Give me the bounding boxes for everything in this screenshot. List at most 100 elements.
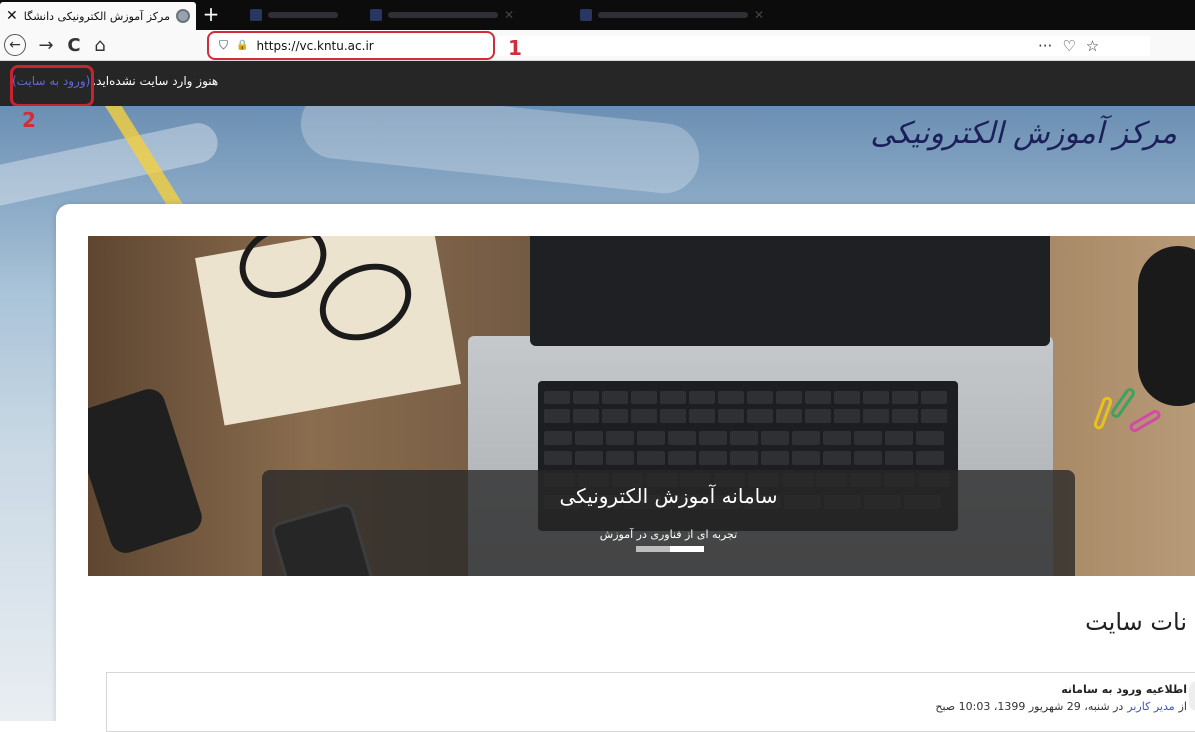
keyboard-key — [916, 451, 944, 465]
keyboard-key — [885, 431, 913, 445]
keyboard-key — [668, 431, 696, 445]
keyboard-key — [834, 391, 860, 404]
home-button[interactable]: ⌂ — [88, 34, 112, 58]
keyboard-key — [602, 409, 628, 423]
news-meta-prefix: از — [1178, 700, 1187, 713]
more-actions-icon[interactable]: ··· — [1038, 37, 1052, 55]
background-tab[interactable] — [250, 6, 338, 24]
close-tab-icon[interactable]: ✕ — [504, 8, 514, 22]
keyboard-key — [544, 431, 572, 445]
keyboard-key — [747, 409, 773, 423]
keyboard-key — [660, 409, 686, 423]
news-author-link[interactable]: مدیر کاربر — [1127, 700, 1174, 713]
background-decoration — [0, 119, 222, 213]
close-tab-icon[interactable]: ✕ — [6, 8, 18, 24]
keyboard-key — [637, 451, 665, 465]
keyboard-key — [792, 451, 820, 465]
tracking-shield-icon[interactable]: ⛉ — [219, 38, 228, 53]
keyboard-key — [834, 409, 860, 423]
slider-caption: سامانه آموزش الکترونیکی تجربه ای از فناو… — [262, 470, 1075, 576]
keyboard-key — [823, 431, 851, 445]
lock-icon[interactable]: 🔒 — [236, 40, 248, 51]
browser-tabstrip: مرکز آموزش الکترونیکی دانشگاه خو ✕ + ✕ ✕ — [0, 0, 1195, 30]
keyboard-key — [854, 431, 882, 445]
keyboard-key — [854, 451, 882, 465]
keyboard-key — [718, 391, 744, 404]
tab-favicon-icon — [250, 9, 262, 21]
reload-button[interactable]: C — [62, 34, 86, 58]
keyboard-key — [776, 409, 802, 423]
pocket-icon[interactable]: ♡ — [1062, 37, 1075, 55]
keyboard-key — [575, 451, 603, 465]
forward-icon: → — [38, 35, 54, 56]
keyboard-key — [761, 431, 789, 445]
keyboard-key — [718, 409, 744, 423]
keyboard-key — [885, 451, 913, 465]
keyboard-key — [747, 391, 773, 404]
keyboard-key — [689, 409, 715, 423]
back-icon: ← — [4, 34, 26, 56]
keyboard-key — [544, 409, 570, 423]
news-item: اطلاعیه ورود به سامانه از مدیر کاربر در … — [106, 672, 1195, 732]
keyboard-key — [544, 391, 570, 404]
keyboard-key — [921, 409, 947, 423]
reload-icon: C — [67, 35, 81, 56]
keyboard-key — [805, 409, 831, 423]
login-status-text: هنوز وارد سایت نشده‌اید. — [92, 74, 219, 88]
keyboard-key — [776, 391, 802, 404]
forward-button[interactable]: → — [34, 34, 58, 58]
tab-title-placeholder — [388, 12, 498, 18]
news-meta-date: در شنبه، 29 شهریور 1399، 10:03 صبح — [935, 700, 1124, 713]
hero-title: سامانه آموزش الکترونیکی — [559, 484, 778, 508]
keyboard-key — [823, 451, 851, 465]
keyboard-key — [730, 451, 758, 465]
close-tab-icon[interactable]: ✕ — [754, 8, 764, 22]
site-logo[interactable]: مرکز آموزش الکترونیکی — [870, 116, 1177, 151]
keyboard-key — [631, 409, 657, 423]
tab-title-placeholder — [268, 12, 338, 18]
site-favicon-icon — [176, 9, 190, 23]
slider-dot[interactable] — [636, 546, 670, 552]
new-tab-button[interactable]: + — [200, 4, 222, 26]
keyboard-key — [761, 451, 789, 465]
keyboard-key — [575, 431, 603, 445]
hero-subtitle: تجربه ای از فناوری در آموزش — [599, 528, 738, 541]
news-title[interactable]: اطلاعیه ورود به سامانه — [1061, 683, 1187, 696]
keyboard-key — [668, 451, 696, 465]
background-tab[interactable]: ✕ — [580, 6, 764, 24]
keyboard-key — [805, 391, 831, 404]
site-top-bar: هنوز وارد سایت نشده‌اید. (ورود به سایت) — [0, 61, 1195, 106]
slider-dot-active[interactable] — [670, 546, 704, 552]
background-tab[interactable]: ✕ — [370, 6, 514, 24]
keyboard-key — [573, 409, 599, 423]
pen-cup — [1138, 246, 1195, 406]
keyboard-key — [637, 431, 665, 445]
tab-active[interactable]: مرکز آموزش الکترونیکی دانشگاه خو ✕ — [0, 2, 196, 30]
browser-navbar: ← → C ⌂ ⛉ 🔒 https://vc.kntu.ac.ir 1 ··· … — [0, 30, 1195, 61]
url-text[interactable]: https://vc.kntu.ac.ir — [256, 39, 373, 53]
tab-title: مرکز آموزش الکترونیکی دانشگاه خو — [23, 9, 170, 23]
keyboard-key — [916, 431, 944, 445]
keyboard-key — [863, 391, 889, 404]
keyboard-key — [863, 409, 889, 423]
tab-favicon-icon — [580, 9, 592, 21]
address-bar[interactable]: ⛉ 🔒 https://vc.kntu.ac.ir — [207, 31, 495, 60]
slider-indicators — [636, 546, 704, 552]
bookmark-star-icon[interactable]: ☆ — [1086, 37, 1099, 55]
keyboard-key — [699, 431, 727, 445]
keyboard-key — [573, 391, 599, 404]
keyboard-key — [544, 451, 572, 465]
keyboard-key — [602, 391, 628, 404]
keyboard-key — [660, 391, 686, 404]
user-avatar — [1189, 681, 1195, 711]
keyboard-key — [792, 431, 820, 445]
tab-title-placeholder — [598, 12, 748, 18]
tab-favicon-icon — [370, 9, 382, 21]
back-button[interactable]: ← — [4, 34, 28, 58]
toolbar-right-icons: ··· ♡ ☆ — [1038, 37, 1099, 55]
section-title: نات سایت — [1085, 608, 1187, 636]
keyboard-key — [699, 451, 727, 465]
keyboard-key — [689, 391, 715, 404]
annotation-number-1: 1 — [508, 36, 522, 60]
keyboard-key — [730, 431, 758, 445]
